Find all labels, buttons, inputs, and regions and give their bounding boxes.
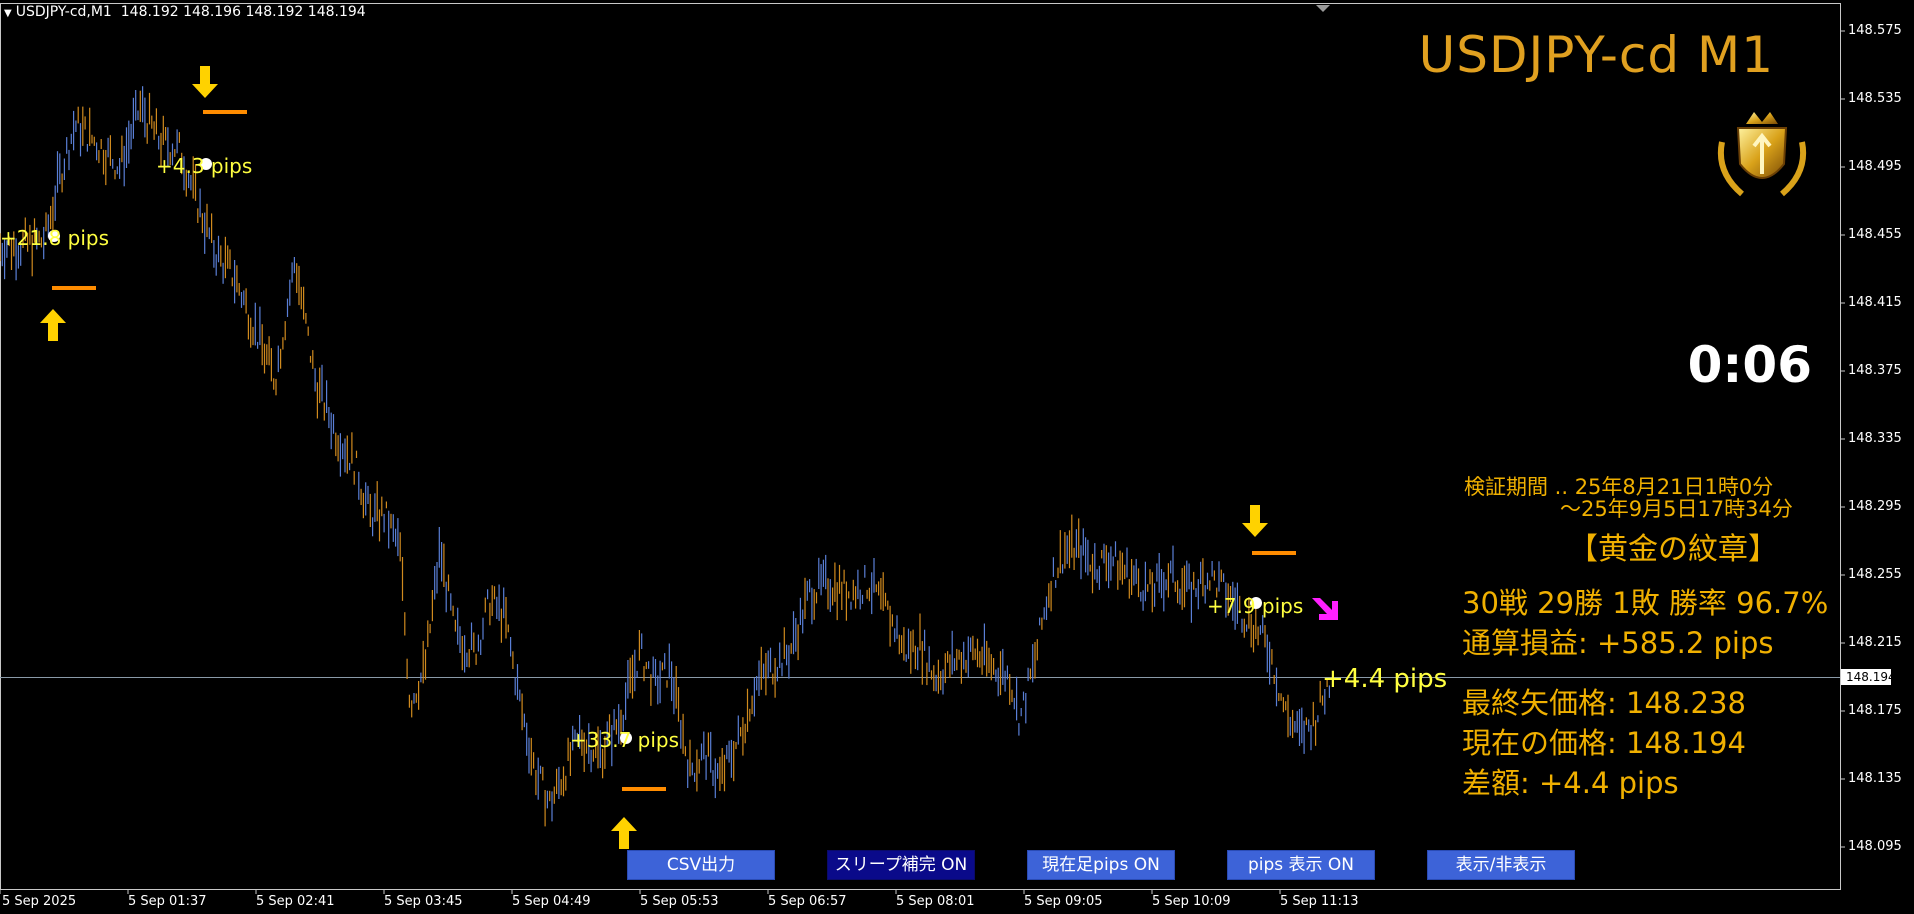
badge-name: 【黄金の紋章】 xyxy=(1568,532,1778,567)
entry-dash-4 xyxy=(1252,551,1296,555)
price-difference: 差額: +4.4 pips xyxy=(1462,766,1679,800)
verification-period-line2: ～25年9月5日17時34分 xyxy=(1560,497,1793,521)
time-tick-label: 5 Sep 01:37 xyxy=(128,894,207,909)
price-tick-label: 148.135 xyxy=(1848,771,1902,786)
total-profit-loss: 通算損益: +585.2 pips xyxy=(1462,626,1774,660)
time-tick-label: 5 Sep 06:57 xyxy=(768,894,847,909)
pips-display-toggle-button[interactable]: pips 表示 ON xyxy=(1227,850,1375,880)
last-arrow-price: 最終矢価格: 148.238 xyxy=(1462,686,1746,720)
time-tick-label: 5 Sep 05:53 xyxy=(640,894,719,909)
collapse-triangle-icon[interactable]: ▼ xyxy=(4,8,12,19)
time-tick-label: 5 Sep 02:41 xyxy=(256,894,335,909)
price-tick-label: 148.375 xyxy=(1848,363,1902,378)
chart-window[interactable]: ▼ USDJPY-cd,M1 148.192 148.196 148.192 14… xyxy=(0,0,1914,914)
time-tick-label: 5 Sep 10:09 xyxy=(1152,894,1231,909)
time-tick-label: 5 Sep 08:01 xyxy=(896,894,975,909)
csv-export-button[interactable]: CSV出力 xyxy=(627,850,775,880)
price-tick-label: 148.295 xyxy=(1848,499,1902,514)
symbol-title: USDJPY-cd M1 xyxy=(1418,26,1774,84)
price-tick-label: 148.455 xyxy=(1848,227,1902,242)
current-price-readout: 現在の価格: 148.194 xyxy=(1462,726,1746,760)
gold-crest-logo xyxy=(1718,112,1806,197)
entry-dash-2 xyxy=(203,110,247,114)
price-tick-label: 148.495 xyxy=(1848,159,1902,174)
buy-arrow-icon xyxy=(40,309,66,341)
signal-label-4: +7.9 pips xyxy=(1207,594,1304,618)
show-hide-toggle-button[interactable]: 表示/非表示 xyxy=(1427,850,1575,880)
time-tick-label: 5 Sep 03:45 xyxy=(384,894,463,909)
live-pips-label: +4.4 pips xyxy=(1322,664,1448,694)
sell-arrow-icon xyxy=(192,66,218,98)
price-tick-label: 148.215 xyxy=(1848,635,1902,650)
signal-label-2: +4.3 pips xyxy=(156,154,253,178)
price-tick-label: 148.335 xyxy=(1848,431,1902,446)
time-tick-label: 5 Sep 09:05 xyxy=(1024,894,1103,909)
sell-arrow-icon xyxy=(1242,505,1268,537)
entry-dash-1 xyxy=(52,286,96,290)
time-tick-label: 5 Sep 11:13 xyxy=(1280,894,1359,909)
price-tick-label: 148.535 xyxy=(1848,91,1902,106)
price-tick-label: 148.575 xyxy=(1848,23,1902,38)
ohlc-values: 148.192 148.196 148.192 148.194 xyxy=(120,4,366,20)
symbol-info: USDJPY-cd,M1 xyxy=(15,4,112,20)
entry-dash-3 xyxy=(622,787,666,791)
signal-label-3: +33.7 pips xyxy=(570,728,680,752)
price-tick-label: 148.415 xyxy=(1848,295,1902,310)
signals-layer xyxy=(40,66,1338,849)
buy-arrow-icon xyxy=(611,817,637,849)
candles-layer xyxy=(0,86,1331,827)
price-tick-label: 148.175 xyxy=(1848,703,1902,718)
win-loss-record: 30戦 29勝 1敗 勝率 96.7% xyxy=(1462,586,1829,620)
current-price-tag-label: 148.194 xyxy=(1846,670,1896,684)
price-tick-label: 148.255 xyxy=(1848,567,1902,582)
current-bar-pips-toggle-button[interactable]: 現在足pips ON xyxy=(1027,850,1175,880)
sleep-fill-toggle-button[interactable]: スリープ補完 ON xyxy=(827,850,975,880)
diagonal-down-arrow-icon xyxy=(1312,598,1338,620)
signal-label-1: +21.8 pips xyxy=(0,226,110,250)
time-tick-label: 5 Sep 04:49 xyxy=(512,894,591,909)
price-tick-label: 148.095 xyxy=(1848,839,1902,854)
time-tick-label: 5 Sep 2025 xyxy=(2,894,77,909)
scroll-marker-icon[interactable] xyxy=(1316,5,1330,12)
chart-header: ▼ USDJPY-cd,M1 148.192 148.196 148.192 14… xyxy=(4,4,366,20)
bar-countdown-timer: 0:06 xyxy=(1687,336,1812,394)
